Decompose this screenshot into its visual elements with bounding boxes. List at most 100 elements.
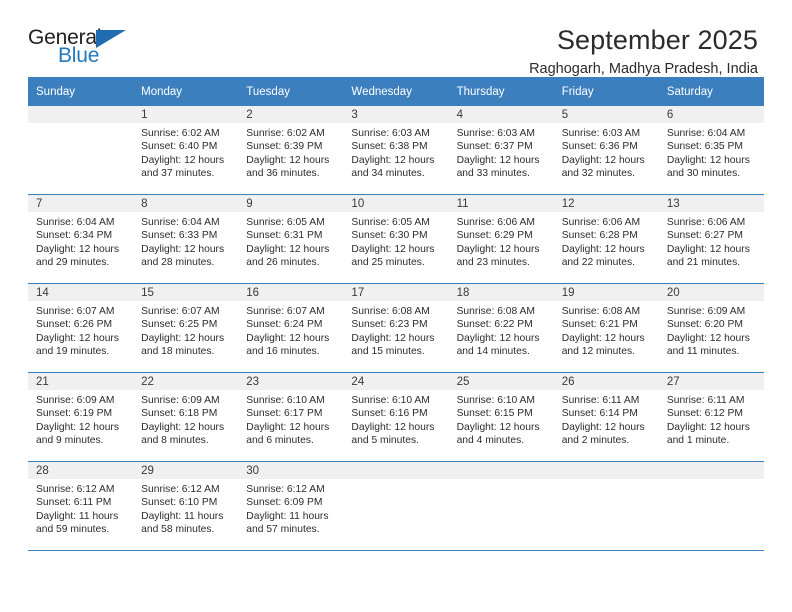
daylight-text-line1: Daylight: 12 hours bbox=[351, 243, 435, 255]
sunrise-text: Sunrise: 6:03 AM bbox=[561, 128, 641, 139]
calendar-day-cell[interactable]: 22 Sunrise: 6:09 AM Sunset: 6:18 PM Dayligh… bbox=[133, 372, 239, 462]
daylight-text-line2: and 12 minutes. bbox=[561, 346, 635, 358]
day-details: Sunrise: 6:09 AM Sunset: 6:18 PM Daylight:… bbox=[133, 390, 238, 448]
calendar-day-cell[interactable]: 4 Sunrise: 6:03 AM Sunset: 6:37 PM Daylight… bbox=[448, 106, 554, 195]
calendar-day-cell[interactable]: 3 Sunrise: 6:03 AM Sunset: 6:38 PM Daylight… bbox=[343, 106, 449, 195]
day-cell-inner: 10 Sunrise: 6:05 AM Sunset: 6:30 PM Dayligh… bbox=[343, 195, 449, 283]
general-blue-logo[interactable]: General Blue bbox=[28, 26, 148, 72]
daylight-text-line1: Daylight: 12 hours bbox=[36, 421, 119, 433]
calendar-day-cell[interactable]: 14 Sunrise: 6:07 AM Sunset: 6:26 PM Dayligh… bbox=[28, 283, 134, 373]
daylight-text-line2: and 16 minutes. bbox=[246, 346, 320, 358]
sunset-text: Sunset: 6:16 PM bbox=[351, 408, 428, 420]
calendar-day-cell[interactable]: 19 Sunrise: 6:08 AM Sunset: 6:21 PM Dayligh… bbox=[553, 283, 659, 373]
calendar-day-cell[interactable]: 2 Sunrise: 6:02 AM Sunset: 6:39 PM Daylight… bbox=[238, 106, 344, 195]
calendar-day-cell[interactable]: 25 Sunrise: 6:10 AM Sunset: 6:15 PM Dayligh… bbox=[448, 372, 554, 462]
calendar-day-cell[interactable]: 1 Sunrise: 6:02 AM Sunset: 6:40 PM Daylight… bbox=[133, 106, 239, 195]
daylight-text-line2: and 9 minutes. bbox=[36, 435, 104, 447]
calendar-empty-cell bbox=[28, 106, 134, 195]
day-details: Sunrise: 6:12 AM Sunset: 6:11 PM Daylight:… bbox=[28, 479, 133, 537]
daylight-text-line1: Daylight: 12 hours bbox=[246, 332, 330, 344]
day-details: Sunrise: 6:04 AM Sunset: 6:35 PM Daylight:… bbox=[659, 123, 764, 181]
calendar-day-cell[interactable]: 26 Sunrise: 6:11 AM Sunset: 6:14 PM Dayligh… bbox=[553, 372, 659, 462]
daylight-text-line1: Daylight: 12 hours bbox=[561, 154, 645, 166]
sunset-text: Sunset: 6:23 PM bbox=[351, 319, 428, 331]
day-number: 23 bbox=[238, 373, 344, 390]
day-cell-inner: 12 Sunrise: 6:06 AM Sunset: 6:28 PM Dayligh… bbox=[553, 195, 659, 283]
sunset-text: Sunset: 6:33 PM bbox=[141, 230, 218, 242]
daylight-text-line2: and 59 minutes. bbox=[36, 524, 110, 536]
daylight-text-line2: and 28 minutes. bbox=[141, 257, 215, 269]
sunset-text: Sunset: 6:18 PM bbox=[141, 408, 218, 420]
sunset-text: Sunset: 6:30 PM bbox=[351, 230, 428, 242]
sunrise-text: Sunrise: 6:06 AM bbox=[456, 217, 535, 228]
day-details: Sunrise: 6:10 AM Sunset: 6:16 PM Daylight:… bbox=[343, 390, 448, 448]
sunrise-text: Sunrise: 6:12 AM bbox=[246, 484, 325, 495]
day-number: 1 bbox=[133, 106, 239, 123]
day-details: Sunrise: 6:09 AM Sunset: 6:20 PM Daylight:… bbox=[659, 301, 764, 359]
weekday-header-monday: Monday bbox=[133, 77, 239, 106]
weekday-header-friday: Friday bbox=[553, 77, 659, 106]
sunrise-text: Sunrise: 6:10 AM bbox=[351, 395, 430, 406]
calendar-day-cell[interactable]: 16 Sunrise: 6:07 AM Sunset: 6:24 PM Dayligh… bbox=[238, 283, 344, 373]
day-cell-inner: 20 Sunrise: 6:09 AM Sunset: 6:20 PM Dayligh… bbox=[658, 284, 764, 372]
sunrise-text: Sunrise: 6:05 AM bbox=[246, 217, 325, 228]
day-cell-inner bbox=[658, 462, 764, 550]
calendar-day-cell[interactable]: 17 Sunrise: 6:08 AM Sunset: 6:23 PM Dayligh… bbox=[343, 283, 449, 373]
daylight-text-line2: and 58 minutes. bbox=[141, 524, 215, 536]
day-cell-inner: 13 Sunrise: 6:06 AM Sunset: 6:27 PM Dayligh… bbox=[658, 195, 764, 283]
daylight-text-line1: Daylight: 12 hours bbox=[246, 421, 330, 433]
day-cell-inner: 28 Sunrise: 6:12 AM Sunset: 6:11 PM Dayligh… bbox=[28, 462, 134, 550]
calendar-day-cell[interactable]: 20 Sunrise: 6:09 AM Sunset: 6:20 PM Dayligh… bbox=[658, 283, 764, 373]
day-details: Sunrise: 6:10 AM Sunset: 6:17 PM Daylight:… bbox=[238, 390, 343, 448]
day-number: 26 bbox=[553, 373, 659, 390]
day-number: 25 bbox=[448, 373, 554, 390]
sunrise-text: Sunrise: 6:10 AM bbox=[246, 395, 325, 406]
sunset-text: Sunset: 6:15 PM bbox=[456, 408, 533, 420]
sunrise-text: Sunrise: 6:07 AM bbox=[36, 306, 115, 317]
day-number bbox=[658, 462, 764, 479]
calendar-day-cell[interactable]: 5 Sunrise: 6:03 AM Sunset: 6:36 PM Daylight… bbox=[553, 106, 659, 195]
day-details: Sunrise: 6:10 AM Sunset: 6:15 PM Daylight:… bbox=[449, 390, 554, 448]
calendar-day-cell[interactable]: 8 Sunrise: 6:04 AM Sunset: 6:33 PM Daylight… bbox=[133, 194, 239, 284]
calendar-day-cell[interactable]: 29 Sunrise: 6:12 AM Sunset: 6:10 PM Dayligh… bbox=[133, 461, 239, 551]
day-number: 11 bbox=[448, 195, 554, 212]
calendar-day-cell[interactable]: 12 Sunrise: 6:06 AM Sunset: 6:28 PM Dayligh… bbox=[553, 194, 659, 284]
day-cell-inner: 1 Sunrise: 6:02 AM Sunset: 6:40 PM Daylight… bbox=[133, 106, 239, 194]
daylight-text-line2: and 57 minutes. bbox=[246, 524, 320, 536]
calendar-day-cell[interactable]: 11 Sunrise: 6:06 AM Sunset: 6:29 PM Dayligh… bbox=[448, 194, 554, 284]
sunset-text: Sunset: 6:31 PM bbox=[246, 230, 323, 242]
calendar-day-cell[interactable]: 27 Sunrise: 6:11 AM Sunset: 6:12 PM Dayligh… bbox=[658, 372, 764, 462]
day-cell-inner: 11 Sunrise: 6:06 AM Sunset: 6:29 PM Dayligh… bbox=[448, 195, 554, 283]
calendar-empty-cell bbox=[553, 461, 659, 551]
calendar-day-cell[interactable]: 10 Sunrise: 6:05 AM Sunset: 6:30 PM Dayligh… bbox=[343, 194, 449, 284]
day-cell-inner: 3 Sunrise: 6:03 AM Sunset: 6:38 PM Daylight… bbox=[343, 106, 449, 194]
calendar-day-cell[interactable]: 13 Sunrise: 6:06 AM Sunset: 6:27 PM Dayligh… bbox=[658, 194, 764, 284]
calendar-day-cell[interactable]: 15 Sunrise: 6:07 AM Sunset: 6:25 PM Dayligh… bbox=[133, 283, 239, 373]
day-details: Sunrise: 6:11 AM Sunset: 6:14 PM Daylight:… bbox=[554, 390, 659, 448]
day-cell-inner: 30 Sunrise: 6:12 AM Sunset: 6:09 PM Dayligh… bbox=[238, 462, 344, 550]
weekday-header-tuesday: Tuesday bbox=[238, 77, 344, 106]
day-number: 7 bbox=[28, 195, 134, 212]
weekday-header-sunday: Sunday bbox=[28, 77, 134, 106]
day-number bbox=[28, 106, 134, 123]
day-number: 4 bbox=[448, 106, 554, 123]
calendar-day-cell[interactable]: 6 Sunrise: 6:04 AM Sunset: 6:35 PM Daylight… bbox=[658, 106, 764, 195]
calendar-empty-cell bbox=[658, 461, 764, 551]
day-cell-inner: 7 Sunrise: 6:04 AM Sunset: 6:34 PM Daylight… bbox=[28, 195, 134, 283]
calendar-day-cell[interactable]: 9 Sunrise: 6:05 AM Sunset: 6:31 PM Daylight… bbox=[238, 194, 344, 284]
sunrise-text: Sunrise: 6:04 AM bbox=[36, 217, 115, 228]
page-header: General Blue September 2025 Raghogarh, M… bbox=[28, 0, 764, 78]
calendar-day-cell[interactable]: 28 Sunrise: 6:12 AM Sunset: 6:11 PM Dayligh… bbox=[28, 461, 134, 551]
calendar-day-cell[interactable]: 24 Sunrise: 6:10 AM Sunset: 6:16 PM Dayligh… bbox=[343, 372, 449, 462]
day-cell-inner: 4 Sunrise: 6:03 AM Sunset: 6:37 PM Daylight… bbox=[448, 106, 554, 194]
day-number: 29 bbox=[133, 462, 239, 479]
calendar-day-cell[interactable]: 23 Sunrise: 6:10 AM Sunset: 6:17 PM Dayligh… bbox=[238, 372, 344, 462]
calendar-day-cell[interactable]: 21 Sunrise: 6:09 AM Sunset: 6:19 PM Dayligh… bbox=[28, 372, 134, 462]
day-cell-inner bbox=[28, 106, 134, 194]
calendar-week-row: 14 Sunrise: 6:07 AM Sunset: 6:26 PM Dayligh… bbox=[28, 283, 764, 373]
calendar-day-cell[interactable]: 18 Sunrise: 6:08 AM Sunset: 6:22 PM Dayligh… bbox=[448, 283, 554, 373]
day-details: Sunrise: 6:12 AM Sunset: 6:09 PM Daylight:… bbox=[238, 479, 343, 537]
calendar-day-cell[interactable]: 7 Sunrise: 6:04 AM Sunset: 6:34 PM Daylight… bbox=[28, 194, 134, 284]
calendar-day-cell[interactable]: 30 Sunrise: 6:12 AM Sunset: 6:09 PM Dayligh… bbox=[238, 461, 344, 551]
calendar-empty-cell bbox=[448, 461, 554, 551]
